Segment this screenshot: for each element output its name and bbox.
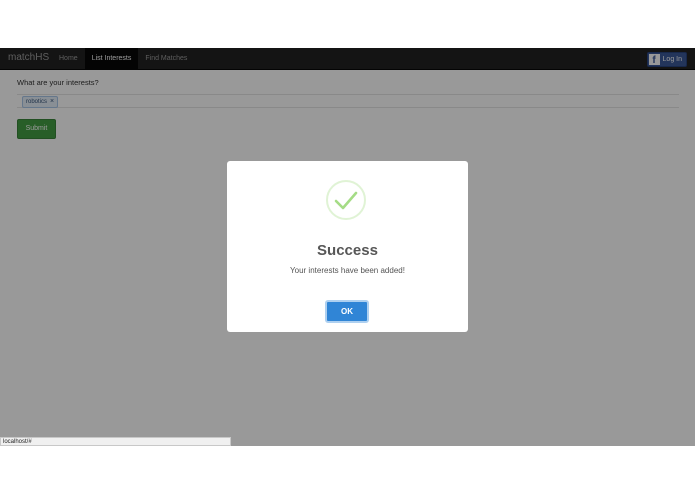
checkmark-icon <box>326 180 366 220</box>
dialog-message: Your interests have been added! <box>290 266 405 275</box>
ok-button[interactable]: OK <box>325 300 369 323</box>
success-dialog: Success Your interests have been added! … <box>227 161 468 332</box>
dialog-title: Success <box>317 242 378 259</box>
status-bar-url: localhost/# <box>0 437 231 446</box>
